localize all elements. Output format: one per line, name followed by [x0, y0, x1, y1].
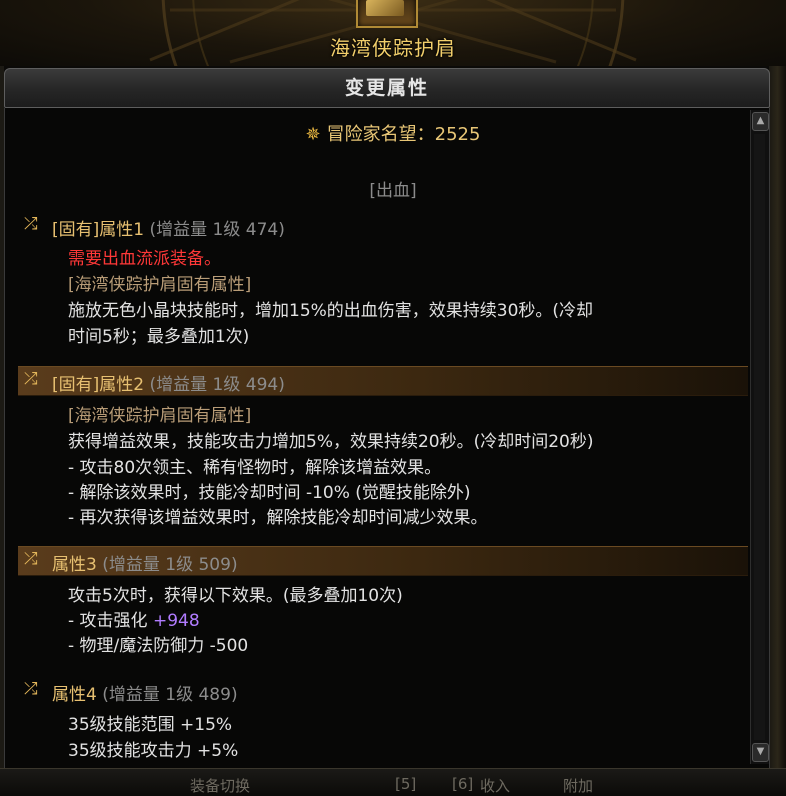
item-banner: 海湾侠踪护肩: [0, 0, 786, 66]
attribute-title: [固有]属性2: [52, 375, 145, 395]
adventurer-fame: ✵ 冒险家名望：2525: [0, 120, 786, 146]
attribute-line: 35级技能攻击力 +5%: [68, 741, 239, 761]
attribute-line: 需要出血流派装备。: [68, 249, 221, 269]
attribute-detail: (增益量 1级 494): [149, 375, 285, 395]
attribute-line: - 攻击强化 +948: [68, 606, 200, 631]
shuffle-icon: ⤮: [24, 549, 38, 569]
attribute-line: [海湾侠踪护肩固有属性]: [68, 275, 252, 295]
bottom-bar: 装备切换 [5] [6] 收入 附加: [0, 768, 786, 796]
scroll-down-button[interactable]: ▼: [752, 743, 769, 762]
attribute-line: 施放无色小晶块技能时，增加15%的出血伤害，效果持续30秒。(冷却: [68, 301, 594, 321]
fame-label: 冒险家名望：2525: [326, 124, 481, 145]
attribute-line: - 解除该效果时，技能冷却时间 -10% (觉醒技能除外): [68, 483, 471, 503]
window-frame-right: [769, 66, 786, 768]
attribute-title: 属性4: [52, 685, 97, 705]
attribute-detail: (增益量 1级 489): [102, 685, 238, 705]
bottom-tab[interactable]: 附加: [563, 775, 593, 796]
attribute-line: 时间5秒；最多叠加1次): [68, 327, 250, 347]
attack-boost-value: +948: [152, 611, 200, 631]
shuffle-icon: ⤮: [24, 369, 38, 389]
bottom-tab[interactable]: 收入: [480, 775, 510, 796]
item-name: 海湾侠踪护肩: [330, 36, 456, 60]
attribute-row-2[interactable]: ⤮ [固有]属性2 (增益量 1级 494): [18, 366, 748, 396]
fame-icon: ✵: [305, 124, 321, 145]
attribute-line: - 物理/魔法防御力 -500: [68, 636, 249, 656]
scrollbar[interactable]: ▲ ▼: [750, 110, 769, 764]
bottom-tab[interactable]: [6]: [452, 775, 473, 793]
attribute-detail: (增益量 1级 474): [149, 220, 285, 240]
shoulder-armor-icon: [356, 0, 418, 28]
panel-title: 变更属性: [4, 68, 770, 108]
attribute-line: 获得增益效果，技能攻击力增加5%，效果持续20秒。(冷却时间20秒): [68, 432, 594, 452]
attribute-line: - 再次获得该增益效果时，解除技能冷却时间减少效果。: [68, 508, 488, 528]
attribute-line: 35级技能范围 +15%: [68, 715, 233, 735]
attribute-detail: (增益量 1级 509): [102, 555, 238, 575]
attribute-line: - 攻击80次领主、稀有怪物时，解除该增益效果。: [68, 458, 442, 478]
attribute-line: [海湾侠踪护肩固有属性]: [68, 406, 252, 426]
category-label: [出血]: [369, 181, 417, 201]
attribute-title: [固有]属性1: [52, 220, 145, 240]
shuffle-icon: ⤮: [24, 679, 38, 699]
attribute-row-3[interactable]: ⤮ 属性3 (增益量 1级 509): [18, 546, 748, 576]
bottom-tab[interactable]: [5]: [395, 775, 416, 793]
attribute-row-1[interactable]: ⤮ [固有]属性1 (增益量 1级 474): [18, 212, 748, 240]
attribute-row-4[interactable]: ⤮ 属性4 (增益量 1级 489): [18, 677, 748, 705]
scroll-track[interactable]: [754, 134, 765, 740]
attribute-line-text: - 攻击强化: [68, 611, 153, 631]
shuffle-icon: ⤮: [24, 214, 38, 234]
attribute-title: 属性3: [52, 555, 97, 575]
attribute-line: 攻击5次时，获得以下效果。(最多叠加10次): [68, 586, 403, 606]
bottom-tab[interactable]: 装备切换: [190, 775, 250, 796]
